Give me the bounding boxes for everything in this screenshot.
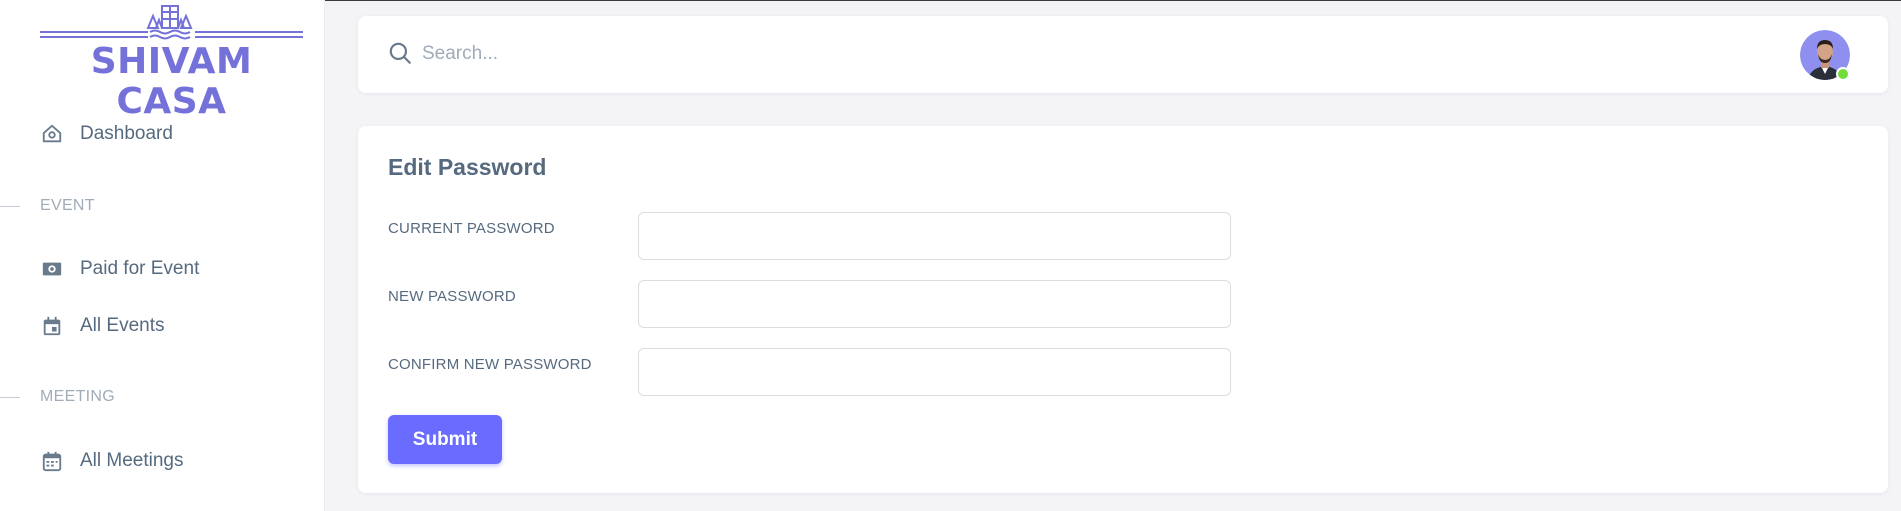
calendar-icon bbox=[40, 449, 64, 473]
online-status-badge bbox=[1836, 67, 1850, 81]
home-icon bbox=[40, 122, 64, 146]
sidebar-item-all-meetings[interactable]: All Meetings bbox=[40, 447, 184, 475]
section-divider bbox=[0, 205, 20, 207]
sidebar-item-label: Paid for Event bbox=[80, 258, 200, 279]
brand-logo[interactable]: SHIVAM CASA bbox=[40, 4, 303, 122]
card-title: Edit Password bbox=[388, 154, 547, 180]
brand-name: SHIVAM CASA bbox=[90, 41, 253, 122]
section-divider bbox=[0, 396, 20, 398]
sidebar-item-paid-for-event[interactable]: Paid for Event bbox=[40, 255, 199, 283]
confirm-password-label: CONFIRM NEW PASSWORD bbox=[388, 356, 592, 373]
submit-button[interactable]: Submit bbox=[388, 415, 502, 464]
sidebar-item-label: Dashboard bbox=[80, 123, 173, 144]
money-icon bbox=[40, 257, 64, 281]
top-navbar bbox=[358, 16, 1888, 93]
calendar-event-icon bbox=[40, 314, 64, 338]
sidebar-item-dashboard[interactable]: Dashboard bbox=[40, 120, 173, 148]
sidebar-item-all-events[interactable]: All Events bbox=[40, 312, 164, 340]
section-header-label: EVENT bbox=[40, 197, 95, 214]
building-waves-logo-icon bbox=[40, 5, 303, 40]
sidebar-item-label: All Meetings bbox=[80, 450, 184, 471]
confirm-password-field[interactable] bbox=[638, 348, 1231, 396]
current-password-field[interactable] bbox=[638, 212, 1231, 260]
new-password-field[interactable] bbox=[638, 280, 1231, 328]
sidebar-item-label: All Events bbox=[80, 315, 165, 336]
sidebar: SHIVAM CASA Dashboard EVENT Paid for Eve… bbox=[0, 0, 325, 511]
edit-password-card: Edit Password CURRENT PASSWORD NEW PASSW… bbox=[358, 126, 1888, 493]
sidebar-section-event: EVENT bbox=[0, 196, 95, 216]
search-input[interactable] bbox=[422, 36, 672, 72]
search-icon bbox=[387, 40, 413, 71]
sidebar-section-meeting: MEETING bbox=[0, 387, 115, 407]
new-password-label: NEW PASSWORD bbox=[388, 288, 516, 305]
current-password-label: CURRENT PASSWORD bbox=[388, 220, 555, 237]
section-header-label: MEETING bbox=[40, 388, 115, 405]
